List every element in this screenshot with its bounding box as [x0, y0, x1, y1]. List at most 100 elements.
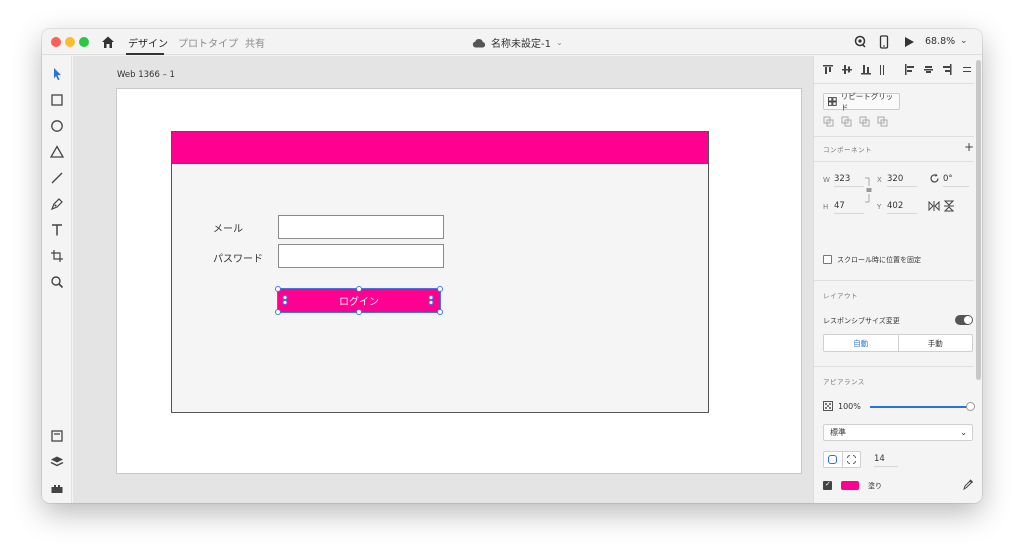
responsive-resize-toggle[interactable] — [955, 315, 973, 325]
layout-section-title: レイアウト — [823, 292, 858, 300]
resize-handle-top-right[interactable] — [437, 286, 443, 292]
artboard-label[interactable]: Web 1366 – 1 — [117, 70, 175, 80]
component-section-title: コンポーネント — [823, 146, 872, 154]
separator — [814, 366, 974, 367]
zoom-level[interactable]: 68.8% — [925, 36, 955, 47]
document-title[interactable]: 名称未設定-1 ⌄ — [472, 35, 563, 50]
separator — [814, 161, 974, 162]
user-account-icon[interactable] — [853, 34, 867, 50]
resize-handle-bottom[interactable] — [356, 309, 362, 315]
per-corner-option[interactable] — [843, 452, 861, 467]
resize-handle-bottom-left[interactable] — [275, 309, 281, 315]
rotation-field[interactable]: 0° — [943, 174, 969, 187]
rectangle-tool-icon[interactable] — [49, 92, 65, 108]
x-label: X — [877, 176, 882, 184]
manual-resize-option[interactable]: 手動 — [899, 335, 973, 351]
tab-share[interactable]: 共有 — [245, 35, 265, 50]
login-form-frame[interactable]: メール パスワード ログイン — [171, 131, 709, 413]
artboard[interactable]: メール パスワード ログイン — [116, 88, 802, 474]
repeat-grid-label: リピートグリッド — [840, 91, 894, 112]
align-tools-row[interactable] — [823, 63, 973, 77]
login-button-label: ログイン — [339, 297, 379, 308]
close-window-button[interactable] — [51, 37, 61, 47]
rotate-icon — [930, 173, 939, 183]
cloud-icon — [472, 38, 486, 47]
tab-prototype[interactable]: プロトタイプ — [178, 35, 238, 50]
y-field[interactable]: 402 — [887, 201, 917, 214]
width-label: W — [823, 176, 830, 184]
opacity-icon — [823, 401, 833, 411]
document-title-text: 名称未設定-1 — [491, 39, 551, 50]
device-preview-icon[interactable] — [879, 34, 889, 50]
eyedropper-icon[interactable] — [963, 479, 973, 490]
password-field[interactable] — [278, 244, 444, 268]
home-icon[interactable] — [100, 34, 116, 50]
resize-handle-top[interactable] — [356, 286, 362, 292]
select-arrow-icon[interactable] — [49, 66, 65, 82]
text-tool-icon[interactable] — [49, 222, 65, 238]
lock-aspect-icon[interactable] — [864, 177, 872, 203]
height-field[interactable]: 47 — [834, 201, 864, 214]
header-bar[interactable] — [172, 132, 708, 164]
opacity-slider-track[interactable] — [870, 406, 970, 408]
pen-tool-icon[interactable] — [49, 196, 65, 212]
password-label[interactable]: パスワード — [213, 250, 263, 265]
line-tool-icon[interactable] — [49, 170, 65, 186]
opacity-slider-knob[interactable] — [966, 402, 975, 411]
responsive-resize-label: レスポンシブサイズ変更 — [823, 317, 900, 325]
zoom-tool-icon[interactable] — [49, 274, 65, 290]
add-component-icon[interactable]: + — [964, 140, 974, 154]
auto-resize-option[interactable]: 自動 — [824, 335, 899, 351]
blend-mode-value: 標準 — [830, 428, 846, 437]
corner-radius-field[interactable]: 14 — [874, 454, 898, 467]
email-label[interactable]: メール — [213, 220, 243, 235]
y-label: Y — [877, 203, 882, 211]
blend-mode-select[interactable]: 標準 ⌄ — [823, 424, 973, 441]
separator — [814, 136, 974, 137]
fill-color-swatch[interactable] — [841, 481, 859, 490]
repeat-grid-button[interactable]: リピートグリッド — [823, 91, 900, 112]
play-icon[interactable] — [903, 34, 915, 50]
width-field[interactable]: 323 — [834, 174, 864, 187]
flip-vertical-icon[interactable] — [944, 200, 954, 212]
panel-scrollbar[interactable] — [976, 60, 981, 380]
layers-icon[interactable] — [49, 454, 65, 470]
fill-checkbox[interactable] — [823, 480, 832, 490]
chevron-down-icon[interactable]: ⌄ — [960, 36, 968, 46]
minimize-window-button[interactable] — [65, 37, 75, 47]
separator — [814, 280, 974, 281]
padding-handle-left-icon[interactable] — [282, 295, 288, 305]
corner-radius-icon — [846, 455, 856, 464]
boolean-ops-icon[interactable] — [823, 116, 893, 128]
height-label: H — [823, 203, 829, 211]
fix-position-label: スクロール時に位置を固定 — [837, 256, 921, 264]
polygon-tool-icon[interactable] — [49, 144, 65, 160]
separator — [814, 83, 974, 84]
document-assets-icon[interactable] — [49, 428, 65, 444]
padding-handle-right-icon[interactable] — [428, 295, 434, 305]
resize-handle-bottom-right[interactable] — [437, 309, 443, 315]
email-field[interactable] — [278, 215, 444, 239]
title-bar: デザイン プロトタイプ 共有 名称未設定-1 ⌄ 68.8% ⌄ — [42, 29, 982, 55]
property-inspector: リピートグリッド コンポーネント + W 323 X 320 0° H 47 Y… — [813, 56, 982, 503]
rounded-square-icon — [828, 455, 838, 464]
chevron-down-icon: ⌄ — [960, 428, 967, 437]
artboard-tool-icon[interactable] — [49, 248, 65, 264]
fix-position-checkbox[interactable] — [823, 255, 832, 264]
uniform-corner-option[interactable] — [824, 452, 843, 467]
flip-horizontal-icon[interactable] — [928, 201, 940, 211]
canvas-area[interactable]: Web 1366 – 1 メール パスワード ログイン — [73, 56, 813, 503]
resize-mode-segmented: 自動 手動 — [823, 334, 973, 352]
plugins-icon[interactable] — [49, 480, 65, 496]
x-field[interactable]: 320 — [887, 174, 917, 187]
tool-bar — [42, 56, 72, 503]
resize-handle-top-left[interactable] — [275, 286, 281, 292]
corner-mode-toggle — [823, 451, 861, 468]
app-window: デザイン プロトタイプ 共有 名称未設定-1 ⌄ 68.8% ⌄ Web 136… — [42, 29, 982, 503]
fill-label: 塗り — [868, 482, 882, 490]
opacity-field[interactable]: 100% — [838, 402, 861, 411]
tab-design[interactable]: デザイン — [128, 35, 168, 50]
repeat-grid-icon — [828, 97, 837, 106]
ellipse-tool-icon[interactable] — [49, 118, 65, 134]
maximize-window-button[interactable] — [79, 37, 89, 47]
